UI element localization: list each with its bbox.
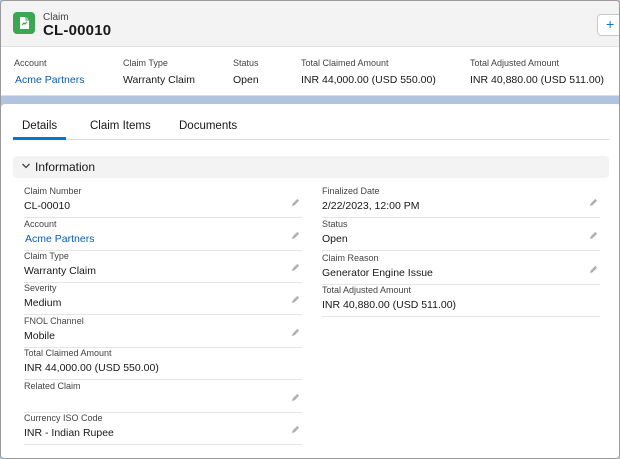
tab-bar: Details Claim Items Documents (13, 104, 609, 140)
claim-icon (13, 12, 35, 34)
pencil-icon[interactable] (589, 265, 598, 274)
field-claim-type: Claim Type Warranty Claim (24, 251, 302, 283)
field-claim-reason: Claim Reason Generator Engine Issue (322, 253, 600, 285)
highlight-total-adjusted: Total Adjusted Amount INR 40,880.00 (USD… (470, 58, 604, 86)
chevron-down-icon (22, 163, 30, 169)
pencil-icon[interactable] (291, 295, 300, 304)
highlight-value: INR 44,000.00 (USD 550.00) (301, 74, 436, 86)
field-fnol-channel: FNOL Channel Mobile (24, 316, 302, 348)
highlight-value: INR 40,880.00 (USD 511.00) (470, 74, 605, 86)
field-value: 2/22/2023, 12:00 PM (322, 200, 420, 212)
field-label: Claim Number (24, 186, 82, 196)
field-label: Currency ISO Code (24, 413, 103, 423)
record-header: Claim CL-00010 + (1, 1, 619, 47)
highlight-label: Account (14, 58, 47, 68)
pencil-icon[interactable] (291, 328, 300, 337)
highlight-total-claimed: Total Claimed Amount INR 44,000.00 (USD … (301, 58, 436, 86)
section-header-information[interactable]: Information (13, 156, 609, 178)
highlight-status: Status Open (233, 58, 259, 86)
highlight-value: Open (233, 74, 259, 86)
pencil-icon[interactable] (589, 198, 598, 207)
active-tab-indicator (13, 137, 66, 140)
tab-documents[interactable]: Documents (179, 120, 237, 132)
field-value: Generator Engine Issue (322, 267, 433, 279)
field-label: Finalized Date (322, 186, 380, 196)
highlight-label: Total Adjusted Amount (470, 58, 560, 68)
highlight-account: Account Acme Partners (14, 58, 84, 86)
field-account: Account Acme Partners (24, 219, 302, 251)
field-value: Medium (24, 297, 62, 309)
pencil-icon[interactable] (589, 231, 598, 240)
field-account-link[interactable]: Acme Partners (25, 233, 94, 245)
field-value: Mobile (24, 330, 55, 342)
field-value: Open (322, 233, 348, 245)
field-value: INR - Indian Rupee (24, 427, 114, 439)
field-label: FNOL Channel (24, 316, 84, 326)
field-label: Account (24, 219, 57, 229)
field-status: Status Open (322, 219, 600, 251)
field-label: Related Claim (24, 381, 81, 391)
record-title: CL-00010 (43, 22, 112, 39)
field-label: Total Adjusted Amount (322, 285, 412, 295)
field-value: Warranty Claim (24, 265, 96, 277)
highlight-account-link[interactable]: Acme Partners (15, 74, 84, 86)
field-finalized-date: Finalized Date 2/22/2023, 12:00 PM (322, 186, 600, 218)
pencil-icon[interactable] (291, 425, 300, 434)
highlight-claim-type: Claim Type Warranty Claim (123, 58, 195, 86)
pencil-icon[interactable] (291, 263, 300, 272)
field-total-claimed-amount: Total Claimed Amount INR 44,000.00 (USD … (24, 348, 302, 380)
details-card: Details Claim Items Documents Informatio… (1, 104, 619, 458)
record-page: Claim CL-00010 + Account Acme Partners C… (0, 0, 620, 459)
field-label: Status (322, 219, 348, 229)
field-severity: Severity Medium (24, 283, 302, 315)
field-related-claim: Related Claim (24, 381, 302, 413)
field-claim-number: Claim Number CL-00010 (24, 186, 302, 218)
tab-claim-items[interactable]: Claim Items (90, 120, 151, 132)
field-value: CL-00010 (24, 200, 71, 212)
highlights-panel: Claim CL-00010 + Account Acme Partners C… (1, 1, 619, 96)
highlight-label: Claim Type (123, 58, 168, 68)
field-total-adjusted-amount: Total Adjusted Amount INR 40,880.00 (USD… (322, 285, 600, 317)
add-button[interactable]: + (597, 14, 619, 36)
field-label: Claim Type (24, 251, 69, 261)
field-currency-iso-code: Currency ISO Code INR - Indian Rupee (24, 413, 302, 445)
highlight-label: Status (233, 58, 259, 68)
field-label: Total Claimed Amount (24, 348, 112, 358)
pencil-icon[interactable] (291, 393, 300, 402)
pencil-icon[interactable] (291, 198, 300, 207)
field-label: Severity (24, 283, 57, 293)
pencil-icon[interactable] (291, 231, 300, 240)
tab-details[interactable]: Details (22, 120, 57, 132)
section-title: Information (35, 160, 96, 174)
field-label: Claim Reason (322, 253, 379, 263)
field-value: INR 44,000.00 (USD 550.00) (24, 362, 159, 374)
highlight-label: Total Claimed Amount (301, 58, 389, 68)
field-value: INR 40,880.00 (USD 511.00) (322, 299, 457, 311)
highlight-value: Warranty Claim (123, 74, 195, 86)
